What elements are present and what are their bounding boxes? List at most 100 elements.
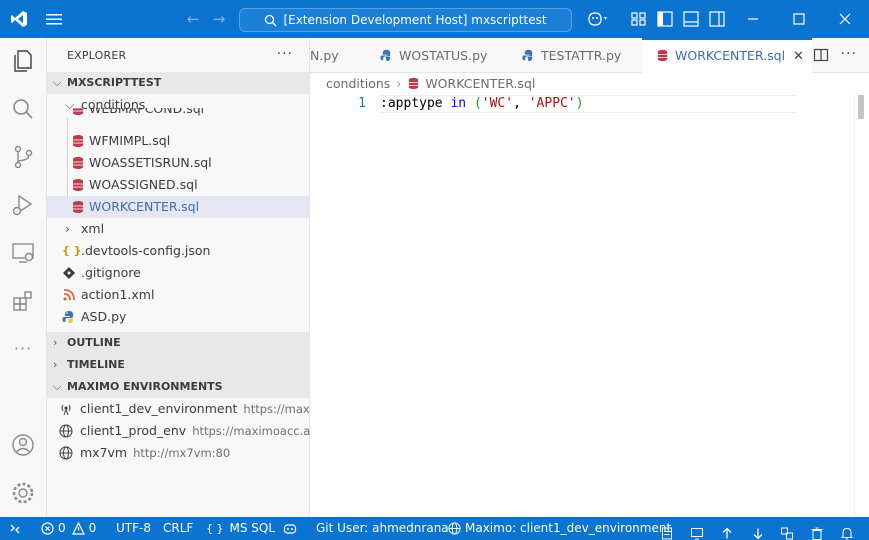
accounts-icon[interactable]: [10, 432, 36, 458]
forward-arrow-icon[interactable]: →: [210, 10, 228, 28]
tab-truncated-py[interactable]: N.py: [310, 38, 349, 73]
status-bar: 0 0 UTF-8 CRLF { } MS SQL Git User: ahme…: [0, 517, 869, 540]
tab-wostatus[interactable]: WOSTATUS.py: [380, 38, 487, 73]
tab-label: WORKCENTER.sql: [675, 48, 786, 63]
git-user-indicator[interactable]: Git User: ahmednrana: [316, 517, 449, 540]
scrollbar-thumb[interactable]: [858, 95, 864, 119]
error-icon: [41, 522, 54, 535]
customize-layout-icon[interactable]: [630, 10, 648, 28]
arrow-up-icon[interactable]: [720, 522, 734, 540]
globe-icon: [59, 424, 73, 438]
arrow-down-icon[interactable]: [751, 522, 765, 540]
env-row-dev[interactable]: client1_dev_environment https://max...: [47, 398, 321, 420]
file-row-devtools-config[interactable]: { } .devtools-config.json: [47, 240, 310, 262]
copilot-status[interactable]: [283, 517, 301, 540]
encoding-indicator[interactable]: UTF-8: [116, 517, 151, 540]
workspace-section-header[interactable]: ⌵ MXSCRIPTTEST: [47, 72, 310, 94]
folder-xml[interactable]: › xml: [47, 218, 310, 240]
file-row-webmapcond[interactable]: WEBMAPCOND.sql: [47, 108, 310, 122]
code-line[interactable]: :apptype in ('WC', 'APPC'): [380, 95, 797, 113]
breadcrumb-file[interactable]: WORKCENTER.sql: [425, 76, 535, 91]
json-icon: { }: [62, 244, 82, 257]
source-control-icon[interactable]: [10, 144, 36, 170]
file-row-asd-py[interactable]: ASD.py: [47, 306, 310, 328]
toggle-panel-icon[interactable]: [682, 10, 700, 28]
file-label: action1.xml: [81, 287, 155, 302]
python-icon: [62, 311, 73, 323]
code-token: ,: [513, 96, 529, 111]
warning-count: 0: [88, 521, 97, 535]
remote-indicator[interactable]: [8, 517, 26, 540]
split-editor-icon[interactable]: [813, 47, 829, 63]
command-center-label: [Extension Development Host] mxscripttes…: [283, 13, 547, 27]
language-indicator[interactable]: { } MS SQL: [206, 517, 275, 540]
bell-icon[interactable]: [840, 522, 854, 540]
remote-explorer-icon[interactable]: [10, 240, 36, 266]
code-bracket: (: [473, 96, 482, 111]
more-actions-icon[interactable]: ···: [841, 47, 857, 63]
manage-icon[interactable]: [10, 480, 36, 506]
file-label: WOASSETISRUN.sql: [89, 155, 212, 170]
tab-testattr[interactable]: TESTATTR.py: [522, 38, 621, 73]
braces-icon: { }: [206, 522, 224, 535]
file-label: .gitignore: [81, 265, 141, 280]
close-window-icon[interactable]: [834, 8, 856, 30]
explorer-icon[interactable]: [10, 48, 36, 74]
more-icon[interactable]: ···: [10, 336, 36, 362]
python-icon: [380, 49, 391, 62]
explorer-sidebar: EXPLORER ··· ⌵ MXSCRIPTTEST ⌵ conditions…: [47, 38, 321, 517]
file-row-wfmimpl[interactable]: WFMIMPL.sql: [47, 130, 310, 152]
env-row-mx7vm[interactable]: mx7vm http://mx7vm:80: [47, 442, 310, 464]
env-row-prod[interactable]: client1_prod_env https://maximoacc.a...: [47, 420, 321, 442]
file-row-gitignore[interactable]: .gitignore: [47, 262, 310, 284]
minimize-icon[interactable]: [742, 8, 764, 30]
toggle-secondary-sidebar-icon[interactable]: [708, 10, 726, 28]
search-icon[interactable]: [10, 96, 36, 122]
git-icon: [63, 267, 75, 279]
command-center-search[interactable]: [Extension Development Host] mxscripttes…: [239, 8, 572, 32]
copilot-icon[interactable]: [586, 10, 610, 28]
eol-indicator[interactable]: CRLF: [163, 517, 193, 540]
file-row-woassetisrun[interactable]: WOASSETISRUN.sql: [47, 152, 310, 174]
problems-indicator[interactable]: 0 0: [41, 517, 96, 540]
compare-icon[interactable]: [780, 522, 794, 540]
database-icon: [657, 49, 668, 62]
more-actions-icon[interactable]: ···: [277, 46, 293, 62]
file-label: .devtools-config.json: [81, 243, 211, 258]
chevron-right-icon: ›: [53, 358, 58, 371]
code-bracket: ): [575, 96, 584, 111]
tab-label: WOSTATUS.py: [399, 48, 488, 63]
outline-section-header[interactable]: › OUTLINE: [47, 332, 310, 354]
code-editor[interactable]: 1 :apptype in ('WC', 'APPC'): [310, 95, 869, 517]
timeline-section-header[interactable]: › TIMELINE: [47, 354, 310, 376]
toggle-primary-sidebar-icon[interactable]: [656, 10, 674, 28]
error-count: 0: [58, 521, 66, 535]
maximo-section-header[interactable]: ⌵ MAXIMO ENVIRONMENTS: [47, 376, 310, 398]
monitor-icon[interactable]: [690, 522, 704, 540]
code-token: :apptype: [380, 96, 451, 111]
document-icon[interactable]: [660, 522, 674, 540]
env-name: client1_dev_environment: [80, 401, 238, 416]
maximo-env-indicator[interactable]: Maximo: client1_dev_environment: [448, 517, 671, 540]
run-debug-icon[interactable]: [10, 192, 36, 218]
env-name: mx7vm: [80, 445, 128, 460]
file-row-woassigned[interactable]: WOASSIGNED.sql: [47, 174, 310, 196]
broadcast-icon: [61, 404, 71, 416]
file-row-action1-xml[interactable]: action1.xml: [47, 284, 310, 306]
close-tab-icon[interactable]: ✕: [793, 49, 804, 64]
outline-label: OUTLINE: [67, 336, 121, 349]
file-label: WFMIMPL.sql: [89, 133, 171, 148]
back-arrow-icon[interactable]: ←: [184, 10, 202, 28]
trash-icon[interactable]: [810, 522, 824, 540]
line-number: 1: [358, 96, 366, 111]
tab-workcenter[interactable]: WORKCENTER.sql ✕: [642, 38, 812, 73]
remote-icon: [10, 524, 20, 533]
maximize-icon[interactable]: [788, 8, 810, 30]
chevron-down-icon: ⌵: [53, 380, 62, 393]
editor-tab-bar: N.py WOSTATUS.py TESTATTR.py WORKCENTER.…: [310, 38, 869, 73]
breadcrumb-folder[interactable]: conditions: [326, 76, 390, 91]
file-label: ASD.py: [81, 309, 127, 324]
menu-icon[interactable]: [44, 10, 64, 28]
extensions-icon[interactable]: [10, 288, 36, 314]
file-row-workcenter[interactable]: WORKCENTER.sql: [47, 196, 310, 218]
